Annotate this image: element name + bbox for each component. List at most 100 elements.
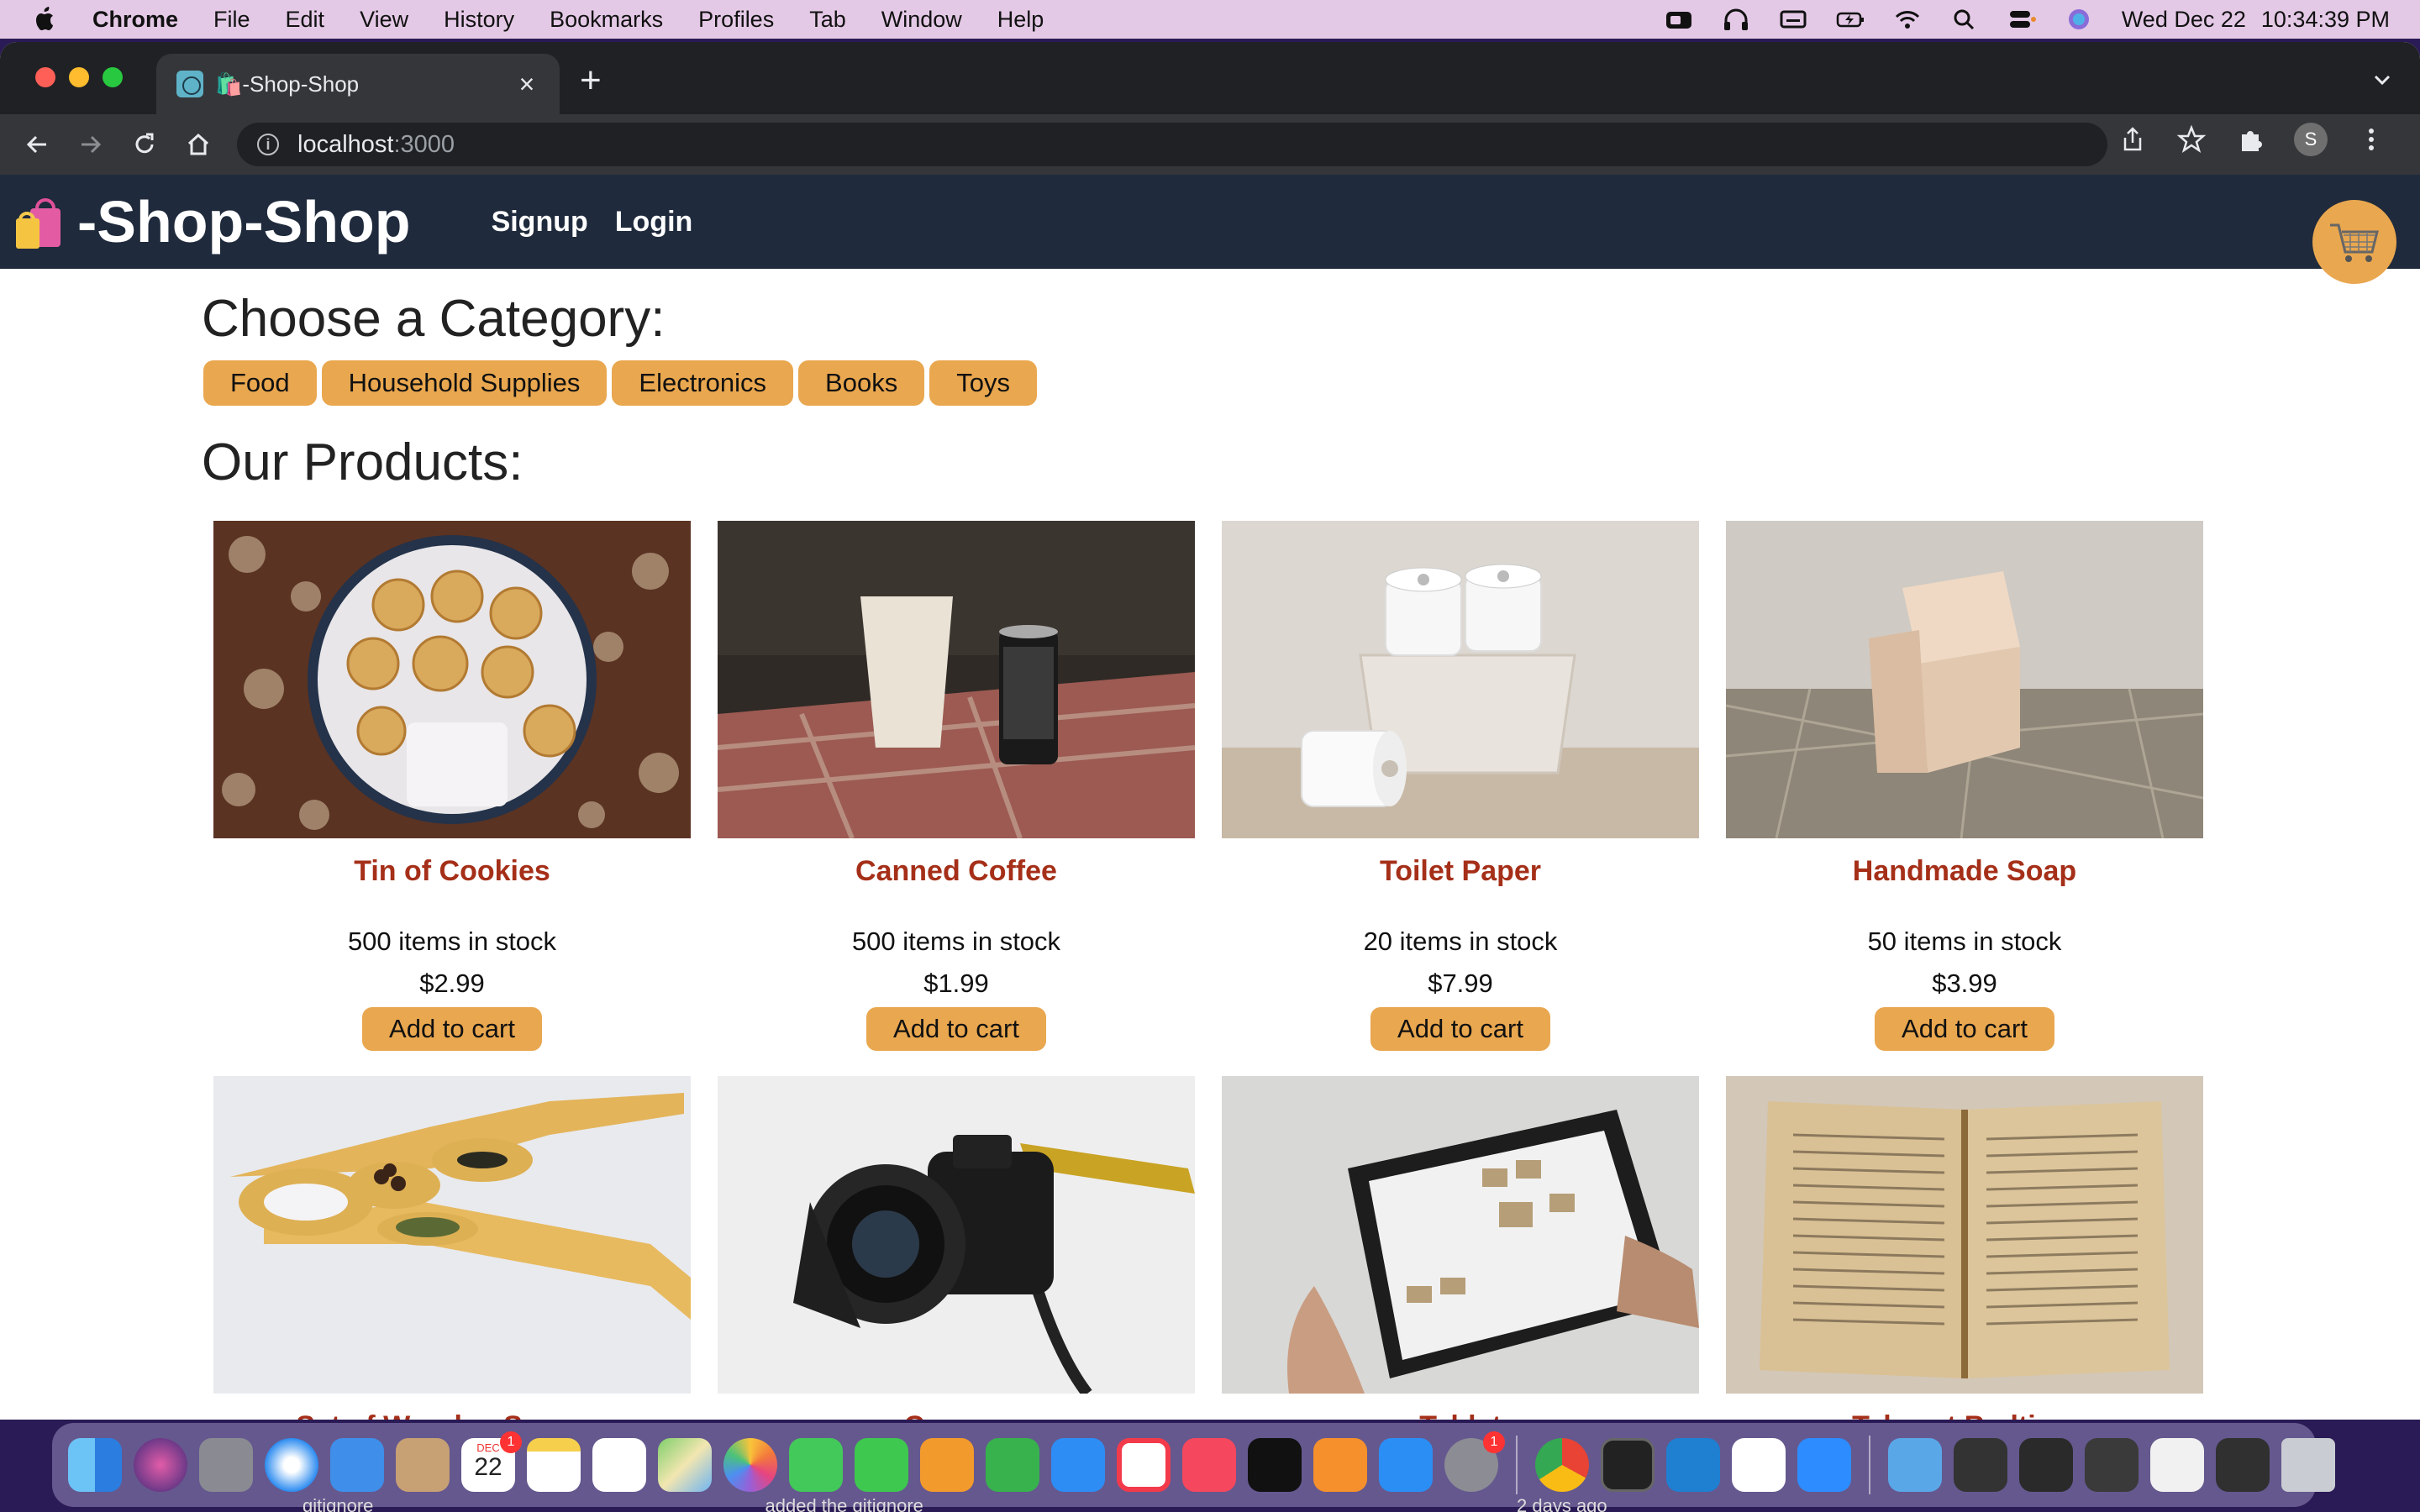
product-image-book[interactable]: [1726, 1076, 2203, 1394]
music-icon[interactable]: [1182, 1438, 1236, 1492]
product-image-cookies[interactable]: [213, 521, 691, 838]
menu-file[interactable]: File: [213, 7, 250, 33]
menu-view[interactable]: View: [360, 7, 408, 33]
product-name[interactable]: Canned Coffee: [855, 855, 1057, 888]
product-name[interactable]: Handmade Soap: [1853, 855, 2076, 888]
minimized-window-thumbnail[interactable]: [2085, 1438, 2139, 1492]
add-to-cart-button[interactable]: Add to cart: [866, 1007, 1046, 1051]
signup-link[interactable]: Signup: [492, 206, 588, 239]
menu-profiles[interactable]: Profiles: [698, 7, 774, 33]
apple-tv-icon[interactable]: [1248, 1438, 1302, 1492]
minimized-window-thumbnail[interactable]: [2150, 1438, 2204, 1492]
tab-close-icon[interactable]: ×: [514, 69, 539, 99]
site-info-icon[interactable]: i: [257, 134, 279, 155]
menu-app-name[interactable]: Chrome: [92, 7, 178, 33]
terminal-icon[interactable]: [1601, 1438, 1655, 1492]
reload-icon[interactable]: [128, 128, 161, 161]
add-to-cart-button[interactable]: Add to cart: [1875, 1007, 2054, 1051]
downloads-folder-icon[interactable]: [1888, 1438, 1942, 1492]
minimized-window-thumbnail[interactable]: [2216, 1438, 2270, 1492]
books-icon[interactable]: [1313, 1438, 1367, 1492]
category-button-household-supplies[interactable]: Household Supplies: [321, 360, 608, 406]
finder-icon[interactable]: [68, 1438, 122, 1492]
back-arrow-icon[interactable]: [20, 128, 54, 161]
control-center-icon[interactable]: [2007, 7, 2036, 32]
launchpad-icon[interactable]: [199, 1438, 253, 1492]
trash-icon[interactable]: [2281, 1438, 2335, 1492]
category-button-books[interactable]: Books: [798, 360, 925, 406]
category-button-electronics[interactable]: Electronics: [612, 360, 794, 406]
apple-icon[interactable]: [34, 6, 57, 33]
messages-icon[interactable]: [789, 1438, 843, 1492]
system-preferences-icon[interactable]: 1: [1444, 1431, 1505, 1492]
keynote-icon[interactable]: [1051, 1438, 1105, 1492]
pages-icon[interactable]: [920, 1438, 974, 1492]
window-close-button[interactable]: [35, 67, 55, 87]
window-zoom-button[interactable]: [103, 67, 123, 87]
product-image-soap[interactable]: [1726, 521, 2203, 838]
category-button-food[interactable]: Food: [203, 360, 317, 406]
menu-history[interactable]: History: [444, 7, 514, 33]
product-name[interactable]: Tin of Cookies: [354, 855, 550, 888]
product-image-coffee[interactable]: [718, 521, 1195, 838]
menu-help[interactable]: Help: [997, 7, 1044, 33]
forward-arrow-icon[interactable]: [74, 128, 108, 161]
headphones-icon[interactable]: [1722, 7, 1750, 32]
maps-icon[interactable]: [658, 1438, 712, 1492]
minimized-window-thumbnail[interactable]: [1954, 1438, 2007, 1492]
app-store-icon[interactable]: [1379, 1438, 1433, 1492]
login-link[interactable]: Login: [615, 206, 693, 239]
cart-button[interactable]: [2312, 200, 2396, 284]
numbers-icon[interactable]: [986, 1438, 1039, 1492]
spotlight-search-icon[interactable]: [1950, 7, 1979, 32]
news-icon[interactable]: [1117, 1438, 1171, 1492]
photos-icon[interactable]: [723, 1438, 777, 1492]
window-minimize-button[interactable]: [69, 67, 89, 87]
facetime-icon[interactable]: [855, 1438, 908, 1492]
zoom-icon[interactable]: [1797, 1438, 1851, 1492]
bookmark-star-icon[interactable]: [2176, 124, 2207, 155]
product-image-tablet[interactable]: [1222, 1076, 1699, 1394]
menu-edit[interactable]: Edit: [286, 7, 325, 33]
vscode-icon[interactable]: [1666, 1438, 1720, 1492]
site-logo[interactable]: -Shop-Shop: [13, 188, 411, 255]
add-to-cart-button[interactable]: Add to cart: [362, 1007, 542, 1051]
keyboard-icon[interactable]: [1779, 7, 1807, 32]
product-name[interactable]: Tablet: [1419, 1410, 1502, 1420]
wifi-icon[interactable]: [1893, 7, 1922, 32]
calendar-icon[interactable]: DEC 22 1: [461, 1431, 522, 1492]
safari-icon[interactable]: [265, 1438, 318, 1492]
home-icon[interactable]: [182, 128, 215, 161]
mail-icon[interactable]: [330, 1438, 384, 1492]
extensions-puzzle-icon[interactable]: [2235, 124, 2265, 155]
chrome-icon[interactable]: [1535, 1438, 1589, 1492]
address-bar[interactable]: i localhost:3000: [237, 123, 2107, 166]
profile-avatar[interactable]: S: [2294, 123, 2328, 156]
product-image-camera[interactable]: [718, 1076, 1195, 1394]
menu-window[interactable]: Window: [881, 7, 962, 33]
minimized-window-thumbnail[interactable]: [2019, 1438, 2073, 1492]
product-image-spoons[interactable]: [213, 1076, 691, 1394]
siri-app-icon[interactable]: [134, 1438, 187, 1492]
product-name[interactable]: Toilet Paper: [1380, 855, 1541, 888]
product-name[interactable]: Camera: [904, 1410, 1009, 1420]
menu-clock[interactable]: Wed Dec 22 10:34:39 PM: [2122, 7, 2390, 33]
menu-bookmarks[interactable]: Bookmarks: [550, 7, 663, 33]
menu-tab[interactable]: Tab: [809, 7, 846, 33]
contacts-icon[interactable]: [396, 1438, 450, 1492]
reminders-icon[interactable]: [592, 1438, 646, 1492]
battery-icon[interactable]: [1836, 7, 1865, 32]
product-name[interactable]: Set of Wooden Spoons: [296, 1410, 608, 1420]
product-image-toilet-paper[interactable]: [1222, 521, 1699, 838]
notes-icon[interactable]: [527, 1438, 581, 1492]
browser-tab[interactable]: 🛍️-Shop-Shop ×: [156, 54, 560, 114]
category-button-toys[interactable]: Toys: [929, 360, 1037, 406]
new-tab-button[interactable]: +: [580, 62, 602, 99]
more-menu-icon[interactable]: [2356, 124, 2386, 155]
siri-icon[interactable]: [2065, 7, 2093, 32]
tab-search-chevron-icon[interactable]: [2370, 67, 2395, 92]
video-camera-icon[interactable]: [1665, 7, 1693, 32]
add-to-cart-button[interactable]: Add to cart: [1370, 1007, 1550, 1051]
share-icon[interactable]: [2118, 124, 2148, 155]
slack-icon[interactable]: [1732, 1438, 1786, 1492]
